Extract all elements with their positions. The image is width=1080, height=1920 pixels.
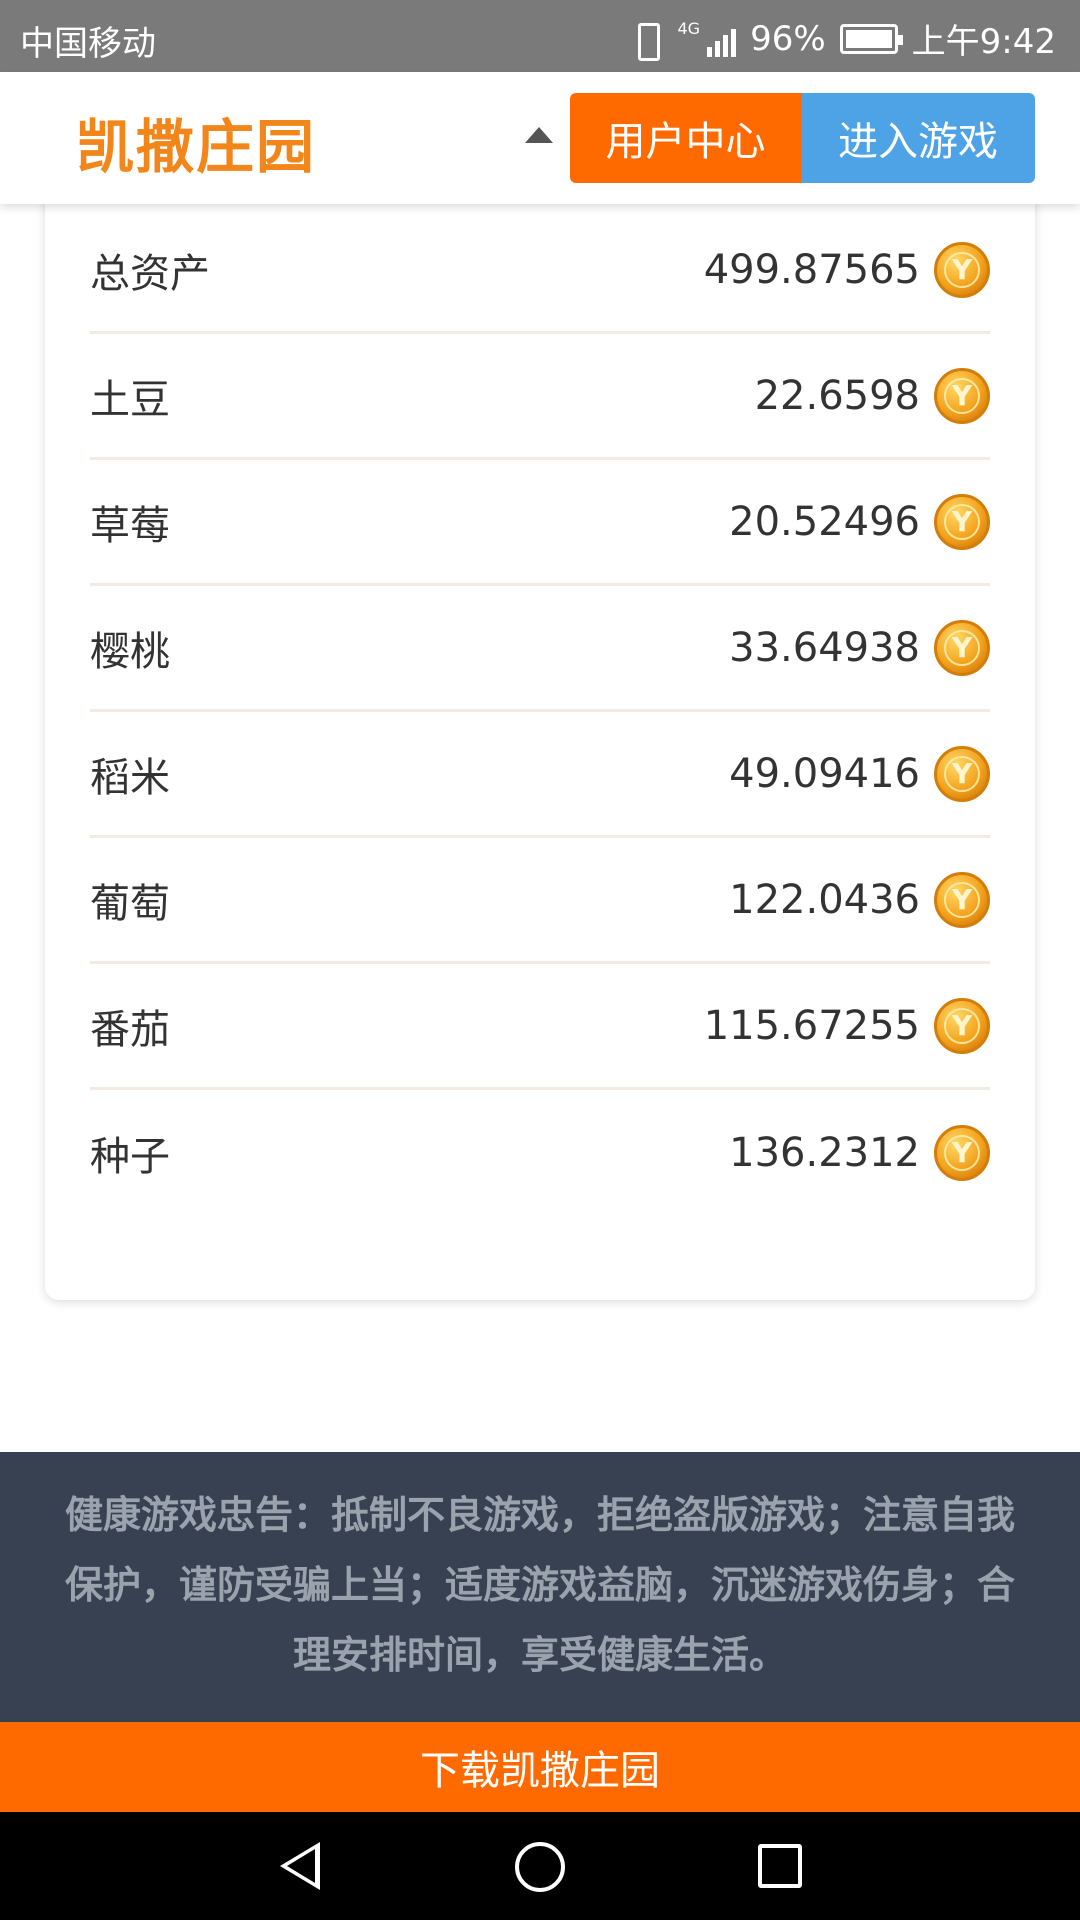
- asset-label: 樱桃: [90, 628, 170, 675]
- battery-percent: 96%: [750, 18, 826, 59]
- caret-up-icon[interactable]: [525, 127, 553, 143]
- status-icons: 4G 96% 上午9:42: [629, 14, 1056, 63]
- asset-label: 种子: [90, 1134, 170, 1180]
- coin-icon: Y: [934, 619, 990, 676]
- coin-icon: Y: [934, 997, 990, 1054]
- asset-row: 草莓 20.52496 Y: [90, 460, 990, 586]
- coin-icon: Y: [934, 493, 990, 550]
- user-center-button[interactable]: 用户中心: [570, 93, 801, 183]
- asset-value-group: 136.2312 Y: [729, 1125, 990, 1181]
- health-notice: 健康游戏忠告：抵制不良游戏，拒绝盗版游戏；注意自我保护，谨防受骗上当；适度游戏益…: [0, 1452, 1080, 1722]
- asset-row: 樱桃 33.64938 Y: [90, 586, 990, 712]
- network-type: 4G: [677, 18, 701, 38]
- asset-label: 总资产: [90, 250, 210, 297]
- app-header: 凯撒庄园 用户中心 进入游戏: [0, 72, 1080, 204]
- coin-glyph: Y: [951, 252, 973, 286]
- asset-card: 总资产 499.87565 Y 土豆 22.6598 Y 草莓 20.52496 Y 樱桃 33.6…: [45, 150, 1035, 1300]
- coin-icon: Y: [934, 367, 990, 424]
- coin-glyph: Y: [951, 504, 973, 538]
- asset-row: 稻米 49.09416 Y: [90, 712, 990, 838]
- asset-label: 番茄: [90, 1006, 170, 1053]
- battery-icon: [839, 23, 903, 54]
- coin-icon: Y: [934, 871, 990, 928]
- asset-value: 49.09416: [729, 750, 920, 797]
- carrier-label: 中国移动: [20, 24, 156, 64]
- asset-value: 499.87565: [703, 246, 920, 293]
- back-icon[interactable]: [280, 1842, 320, 1890]
- asset-value: 122.0436: [729, 876, 920, 923]
- signal-icon: 4G: [677, 18, 737, 57]
- asset-value-group: 33.64938 Y: [729, 619, 990, 676]
- asset-value-group: 20.52496 Y: [729, 493, 990, 550]
- asset-row: 种子 136.2312 Y: [90, 1090, 990, 1216]
- asset-value-group: 499.87565 Y: [703, 241, 990, 298]
- asset-label: 葡萄: [90, 880, 170, 927]
- asset-value: 20.52496: [729, 498, 920, 545]
- download-button[interactable]: 下载凯撒庄园: [0, 1722, 1080, 1812]
- asset-value: 136.2312: [729, 1130, 920, 1176]
- vibrate-icon: [629, 21, 663, 61]
- enter-game-button[interactable]: 进入游戏: [801, 93, 1035, 183]
- coin-glyph: Y: [951, 882, 973, 916]
- asset-row: 总资产 499.87565 Y: [90, 208, 990, 334]
- coin-glyph: Y: [951, 378, 973, 412]
- asset-value-group: 22.6598 Y: [754, 367, 990, 424]
- coin-icon: Y: [934, 1125, 990, 1181]
- clock: 上午9:42: [911, 22, 1056, 62]
- coin-icon: Y: [934, 745, 990, 802]
- asset-value-group: 115.67255 Y: [703, 997, 990, 1054]
- health-notice-text: 健康游戏忠告：抵制不良游戏，拒绝盗版游戏；注意自我保护，谨防受骗上当；适度游戏益…: [64, 1493, 1015, 1677]
- asset-label: 稻米: [90, 754, 170, 801]
- asset-list: 总资产 499.87565 Y 土豆 22.6598 Y 草莓 20.52496 Y 樱桃 33.6…: [90, 208, 990, 1216]
- coin-glyph: Y: [951, 756, 973, 790]
- asset-row: 番茄 115.67255 Y: [90, 964, 990, 1090]
- asset-value-group: 49.09416 Y: [729, 745, 990, 802]
- asset-label: 草莓: [90, 502, 170, 549]
- coin-glyph: Y: [951, 630, 973, 664]
- asset-row: 葡萄 122.0436 Y: [90, 838, 990, 964]
- site-logo[interactable]: 凯撒庄园: [76, 100, 316, 184]
- asset-value: 115.67255: [703, 1002, 920, 1049]
- asset-row: 土豆 22.6598 Y: [90, 334, 990, 460]
- asset-label: 土豆: [90, 376, 170, 423]
- status-bar: 中国移动 4G 96% 上午9:42: [0, 0, 1080, 72]
- asset-value-group: 122.0436 Y: [729, 871, 990, 928]
- coin-icon: Y: [934, 241, 990, 298]
- coin-glyph: Y: [951, 1136, 973, 1169]
- home-icon[interactable]: [515, 1842, 565, 1892]
- recent-apps-icon[interactable]: [758, 1844, 802, 1888]
- coin-glyph: Y: [951, 1008, 973, 1042]
- system-nav-bar: [0, 1812, 1080, 1920]
- asset-value: 33.64938: [729, 624, 920, 671]
- asset-value: 22.6598: [754, 372, 920, 419]
